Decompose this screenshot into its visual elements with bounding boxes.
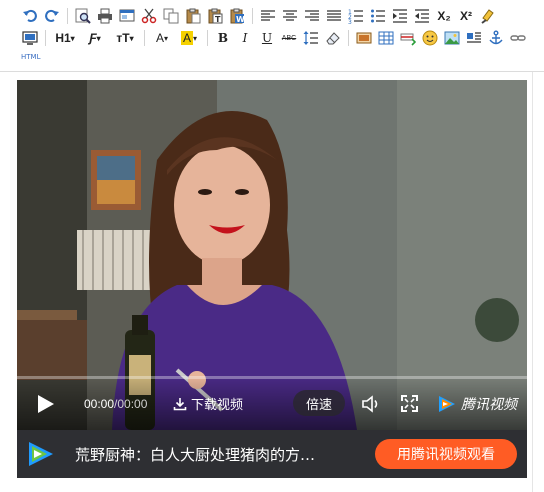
toolbar-row-2: H1 ▾ Ƒ ▾ тT ▾ A ▾ A ▾ B I U ABC	[20, 26, 530, 50]
toolbar-row-1: T W 123 X₂ X²	[20, 4, 500, 28]
undo-icon[interactable]	[20, 6, 40, 26]
font-family-label: Ƒ	[89, 31, 97, 45]
font-size-label: тT	[116, 31, 130, 45]
toolbar-separator	[348, 30, 349, 46]
svg-text:T: T	[215, 15, 221, 24]
progress-bar[interactable]	[17, 376, 527, 379]
tencent-video-logo-icon	[29, 442, 53, 466]
toolbar-separator	[144, 30, 145, 46]
heading-label: H1	[55, 31, 71, 45]
volume-icon	[362, 395, 378, 413]
toolbar-separator	[45, 30, 46, 46]
tencent-video-logo-icon	[439, 396, 455, 412]
video-title[interactable]: 荒野厨神：白人大厨处理猪肉的方…	[75, 444, 345, 465]
format-painter-icon[interactable]	[478, 6, 498, 26]
paste-text-icon[interactable]: T	[205, 6, 225, 26]
copy-icon[interactable]	[161, 6, 181, 26]
align-right-icon[interactable]	[302, 6, 322, 26]
emoji-icon[interactable]	[420, 28, 440, 48]
eraser-icon[interactable]	[323, 28, 343, 48]
time-display: 00:00/00:00	[84, 397, 147, 411]
source-code-icon[interactable]	[20, 28, 40, 48]
underline-icon[interactable]: U	[257, 28, 277, 48]
toolbar-separator	[67, 8, 68, 24]
download-icon	[173, 397, 187, 410]
fullscreen-button[interactable]	[401, 395, 418, 412]
align-center-icon[interactable]	[280, 6, 300, 26]
print-icon[interactable]	[95, 6, 115, 26]
outdent-icon[interactable]	[412, 6, 432, 26]
font-color-dropdown[interactable]: A ▾	[150, 28, 174, 48]
svg-text:3: 3	[348, 19, 352, 24]
anchor-icon[interactable]	[486, 28, 506, 48]
open-in-tencent-video-button[interactable]: 用腾讯视频观看	[375, 439, 517, 469]
volume-button[interactable]	[361, 394, 381, 414]
line-height-icon[interactable]	[301, 28, 321, 48]
find-replace-icon[interactable]	[73, 6, 93, 26]
player-info-bar: 荒野厨神：白人大厨处理猪肉的方… 用腾讯视频观看	[17, 430, 527, 478]
toolbar-separator	[252, 8, 253, 24]
duration: /00:00	[114, 397, 148, 411]
html-mode-label[interactable]: HTML	[21, 53, 40, 61]
cut-icon[interactable]	[139, 6, 159, 26]
toolbar-separator	[207, 30, 208, 46]
redo-icon[interactable]	[42, 6, 62, 26]
playback-speed-button[interactable]: 倍速	[293, 390, 345, 416]
play-icon	[38, 395, 54, 413]
highlight-color-dropdown[interactable]: A ▾	[176, 28, 202, 48]
font-color-label: A	[155, 31, 164, 45]
subscript-icon[interactable]: X₂	[434, 6, 454, 26]
insert-row-icon[interactable]	[398, 28, 418, 48]
bold-icon[interactable]: B	[213, 28, 233, 48]
brand-label: 腾讯视频	[461, 396, 517, 412]
strikethrough-icon[interactable]: ABC	[279, 28, 299, 48]
svg-text:W: W	[236, 15, 245, 24]
font-size-dropdown[interactable]: тT ▾	[111, 28, 139, 48]
video-player[interactable]: 00:00/00:00 下载视频 倍速 腾讯视频 荒野厨神：白人大厨处理猪肉的方…	[17, 80, 527, 478]
play-button[interactable]	[37, 394, 55, 414]
paste-icon[interactable]	[183, 6, 203, 26]
editor-border	[532, 72, 533, 492]
font-family-dropdown[interactable]: Ƒ ▾	[81, 28, 109, 48]
superscript-icon[interactable]: X²	[456, 6, 476, 26]
ordered-list-icon[interactable]: 123	[346, 6, 366, 26]
editor-toolbar: T W 123 X₂ X² H1 ▾ Ƒ ▾ тT ▾ A ▾ A ▾ B I …	[0, 0, 544, 72]
table-icon[interactable]	[376, 28, 396, 48]
heading-dropdown[interactable]: H1 ▾	[51, 28, 79, 48]
download-label: 下载视频	[191, 397, 244, 412]
highlight-color-label: A	[180, 31, 193, 45]
paste-word-icon[interactable]: W	[227, 6, 247, 26]
current-time: 00:00	[84, 397, 115, 411]
unordered-list-icon[interactable]	[368, 6, 388, 26]
float-left-icon[interactable]	[464, 28, 484, 48]
align-left-icon[interactable]	[258, 6, 278, 26]
preview-icon[interactable]	[117, 6, 137, 26]
tencent-video-brand[interactable]: 腾讯视频	[437, 394, 517, 414]
picture-icon[interactable]	[442, 28, 462, 48]
fullscreen-icon	[401, 395, 418, 412]
italic-icon[interactable]: I	[235, 28, 255, 48]
justify-icon[interactable]	[324, 6, 344, 26]
link-icon[interactable]	[508, 28, 528, 48]
indent-icon[interactable]	[390, 6, 410, 26]
download-video-button[interactable]: 下载视频	[173, 394, 243, 413]
image-icon[interactable]	[354, 28, 374, 48]
